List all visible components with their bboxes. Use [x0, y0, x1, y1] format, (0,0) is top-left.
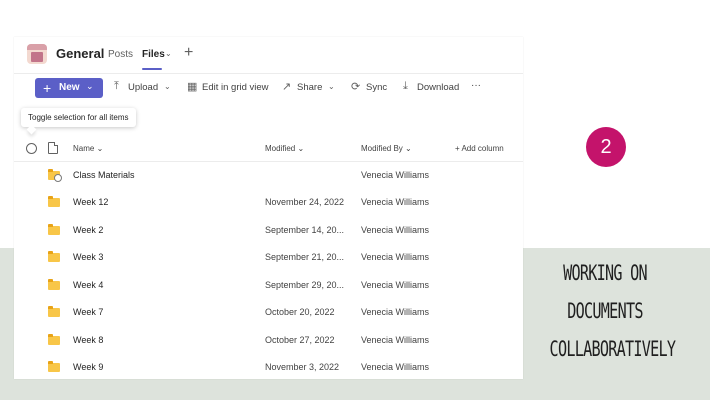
chevron-down-icon: ⌄	[86, 81, 94, 91]
chevron-down-icon[interactable]: ⌄	[328, 82, 335, 91]
file-name[interactable]: Week 7	[73, 307, 103, 317]
plus-icon[interactable]: +	[184, 44, 193, 62]
table-row[interactable]: Week 9 November 3, 2022 Venecia Williams	[14, 354, 523, 379]
folder-icon	[48, 196, 60, 207]
plus-icon: +	[43, 80, 52, 96]
column-name[interactable]: Name ⌄	[73, 144, 103, 153]
folder-icon	[48, 361, 60, 372]
step-number-badge: 2	[586, 127, 626, 167]
upload-icon: ⤒	[114, 80, 119, 92]
folder-icon	[48, 169, 62, 182]
column-modified-by[interactable]: Modified By ⌄	[361, 144, 412, 153]
channel-name: General	[56, 46, 105, 61]
download-button[interactable]: Download	[417, 82, 459, 93]
active-tab-indicator	[142, 68, 162, 70]
modified-by: Venecia Williams	[361, 280, 430, 290]
new-button[interactable]: + New ⌄	[35, 78, 103, 98]
modified-by: Venecia Williams	[361, 225, 430, 235]
folder-icon	[48, 306, 60, 317]
modified-by: Venecia Williams	[361, 307, 430, 317]
file-name[interactable]: Week 2	[73, 225, 103, 235]
modified-by: Venecia Williams	[361, 335, 430, 345]
table-row[interactable]: Week 3 September 21, 20... Venecia Willi…	[14, 244, 523, 271]
modified-date: November 3, 2022	[265, 362, 340, 372]
file-name[interactable]: Week 3	[73, 252, 103, 262]
select-all-checkbox[interactable]	[26, 143, 37, 154]
share-button[interactable]: Share	[297, 82, 322, 93]
caption-line: WORKING ON	[563, 261, 648, 285]
tooltip: Toggle selection for all items	[21, 108, 136, 127]
channel-header: General Posts Files ⌄ +	[14, 37, 523, 73]
chevron-down-icon[interactable]: ⌄	[164, 82, 171, 91]
modified-date: October 20, 2022	[265, 307, 335, 317]
column-header-row: Name ⌄ Modified ⌄ Modified By ⌄ + Add co…	[14, 137, 523, 161]
edit-grid-view-button[interactable]: Edit in grid view	[202, 82, 269, 93]
chevron-down-icon[interactable]: ⌄	[165, 49, 172, 58]
modified-date: October 27, 2022	[265, 335, 335, 345]
upload-button[interactable]: Upload	[128, 82, 158, 93]
modified-date: September 14, 20...	[265, 225, 345, 235]
folder-icon	[48, 334, 60, 345]
sync-button[interactable]: Sync	[366, 82, 387, 93]
new-button-label: New	[59, 82, 80, 93]
modified-by: Venecia Williams	[361, 197, 430, 207]
shared-badge-icon	[54, 174, 62, 182]
file-name[interactable]: Class Materials	[73, 170, 135, 180]
caption-line: COLLABORATIVELY	[549, 337, 676, 361]
share-icon: ↗	[282, 81, 292, 93]
file-name[interactable]: Week 12	[73, 197, 108, 207]
add-column-button[interactable]: + Add column	[455, 144, 504, 153]
table-row[interactable]: Week 7 October 20, 2022 Venecia Williams	[14, 299, 523, 326]
tab-posts[interactable]: Posts	[108, 49, 133, 60]
teams-files-panel: General Posts Files ⌄ + + New ⌄ ⤒ Upload…	[14, 37, 523, 379]
folder-icon	[48, 224, 60, 235]
modified-by: Venecia Williams	[361, 362, 430, 372]
column-modified[interactable]: Modified ⌄	[265, 144, 304, 153]
file-type-icon[interactable]	[48, 142, 58, 154]
table-row[interactable]: Week 2 September 14, 20... Venecia Willi…	[14, 217, 523, 244]
modified-date: September 29, 20...	[265, 280, 345, 290]
files-toolbar: + New ⌄ ⤒ Upload ⌄ ▦ Edit in grid view ↗…	[14, 77, 523, 101]
file-name[interactable]: Week 9	[73, 362, 103, 372]
grid-icon: ▦	[187, 81, 198, 93]
table-row[interactable]: Week 4 September 29, 20... Venecia Willi…	[14, 272, 523, 299]
modified-date: November 24, 2022	[265, 197, 345, 207]
table-row[interactable]: Week 12 November 24, 2022 Venecia Willia…	[14, 189, 523, 216]
modified-by: Venecia Williams	[361, 170, 430, 180]
file-name[interactable]: Week 8	[73, 335, 103, 345]
modified-by: Venecia Williams	[361, 252, 430, 262]
slide-caption: WORKING ON DOCUMENTS COLLABORATIVELY	[549, 254, 676, 368]
modified-date: September 21, 20...	[265, 252, 345, 262]
tab-files[interactable]: Files	[142, 49, 165, 60]
team-avatar	[27, 44, 47, 64]
caption-line: DOCUMENTS	[567, 299, 643, 323]
folder-icon	[48, 251, 60, 262]
divider	[14, 73, 523, 74]
table-row[interactable]: Class Materials Venecia Williams	[14, 162, 523, 189]
file-name[interactable]: Week 4	[73, 280, 103, 290]
folder-icon	[48, 279, 60, 290]
table-row[interactable]: Week 8 October 27, 2022 Venecia Williams	[14, 327, 523, 354]
download-icon: ⤓	[403, 80, 408, 92]
sync-icon: ⟳	[351, 81, 361, 93]
more-options-button[interactable]: ···	[471, 80, 481, 91]
